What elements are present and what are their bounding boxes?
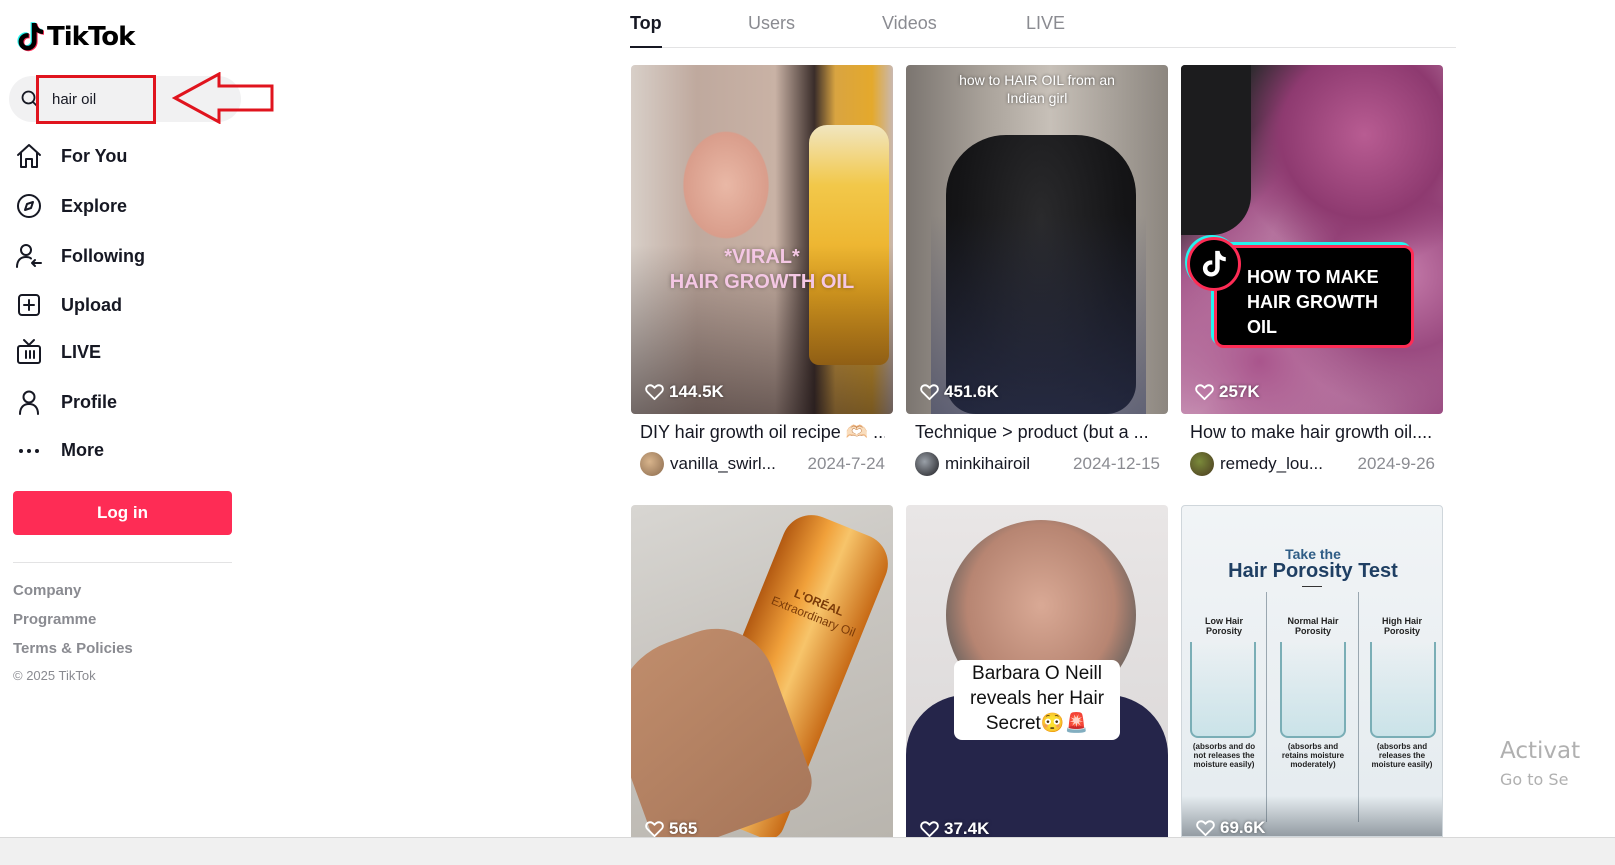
video-meta: minkihairoil 2024-12-15 xyxy=(915,451,1160,477)
profile-icon xyxy=(19,390,39,415)
footer-link-company[interactable]: Company xyxy=(13,582,81,599)
avatar[interactable] xyxy=(640,452,664,476)
tab-users[interactable]: Users xyxy=(748,13,795,48)
porosity-column-title: High Hair Porosity xyxy=(1381,616,1422,636)
tab-videos[interactable]: Videos xyxy=(882,13,937,48)
watermark-subtitle: Go to Se xyxy=(1500,770,1569,789)
video-meta: vanilla_swirl... 2024-7-24 xyxy=(640,451,885,477)
nav-label-live: LIVE xyxy=(61,341,102,362)
nav-item-live[interactable]: LIVE xyxy=(14,334,234,370)
heart-icon xyxy=(1196,820,1215,836)
sidebar-divider xyxy=(13,562,232,563)
heart-icon xyxy=(920,821,939,837)
compass-icon xyxy=(17,194,41,218)
heart-icon xyxy=(645,384,664,401)
heart-icon xyxy=(645,821,664,837)
home-icon xyxy=(17,144,41,168)
copyright: © 2025 TikTok xyxy=(13,668,96,683)
tiktok-badge-icon xyxy=(1187,237,1241,291)
video-caption[interactable]: Technique > product (but a ... xyxy=(915,422,1160,443)
nav-item-upload[interactable]: Upload xyxy=(14,287,234,323)
nav-item-more[interactable]: More xyxy=(14,432,234,468)
nav-label-profile: Profile xyxy=(61,391,118,412)
video-card[interactable]: how to HAIR OIL from an Indian girl 451.6… xyxy=(906,65,1168,480)
porosity-column-note: (absorbs and do not releases the moistur… xyxy=(1192,742,1256,769)
more-icon xyxy=(19,449,39,453)
login-button[interactable]: Log in xyxy=(13,491,232,535)
upload-icon xyxy=(18,294,40,316)
post-date: 2024-9-26 xyxy=(1357,454,1435,473)
video-overlay-text: how to HAIR OIL from an Indian girl xyxy=(959,72,1115,106)
like-count: 451.6K xyxy=(920,382,999,402)
like-count: 257K xyxy=(1195,382,1260,402)
following-icon xyxy=(16,244,42,268)
search-icon[interactable] xyxy=(21,90,39,108)
footer-link-programme[interactable]: Programme xyxy=(13,611,96,628)
heart-icon xyxy=(1195,384,1214,401)
nav-label-explore: Explore xyxy=(61,195,128,216)
video-caption[interactable]: How to make hair growth oil.... xyxy=(1190,422,1435,443)
like-count: 69.6K xyxy=(1196,818,1265,836)
avatar[interactable] xyxy=(915,452,939,476)
water-glass-icon xyxy=(1280,642,1346,738)
glove xyxy=(1181,65,1251,235)
video-meta: remedy_lou... 2024-9-26 xyxy=(1190,451,1435,477)
nav-label-following: Following xyxy=(61,245,145,266)
username[interactable]: remedy_lou... xyxy=(1220,454,1332,474)
porosity-column-note: (absorbs and releases the moisture easil… xyxy=(1371,742,1433,769)
video-card[interactable]: L'ORÉAL Extraordinary Oil 565 xyxy=(631,505,893,837)
video-caption[interactable]: DIY hair growth oil recipe 🫶🏻 ... xyxy=(640,422,885,443)
nav-label-upload: Upload xyxy=(61,294,122,315)
username[interactable]: vanilla_swirl... xyxy=(670,454,782,474)
nav-item-explore[interactable]: Explore xyxy=(14,188,234,224)
video-thumbnail[interactable]: Barbara O Neill reveals her Hair Secret😳🚨 … xyxy=(906,505,1168,837)
tiktok-logo[interactable]: TikTok xyxy=(17,22,135,52)
video-thumbnail[interactable]: how to HAIR OIL from an Indian girl 451.6… xyxy=(906,65,1168,414)
video-overlay-text: *VIRAL* HAIR GROWTH OIL xyxy=(669,246,855,293)
video-card[interactable]: Barbara O Neill reveals her Hair Secret😳🚨 … xyxy=(906,505,1168,837)
video-card[interactable]: Take the Hair Porosity Test Low Hair Por… xyxy=(1181,505,1443,837)
video-thumbnail[interactable]: HOW TO MAKE HAIR GROWTH OIL 257K xyxy=(1181,65,1443,414)
tiktok-logo-icon xyxy=(17,22,44,52)
post-date: 2024-12-15 xyxy=(1073,454,1160,473)
water-glass-icon xyxy=(1370,642,1436,738)
water-glass-icon xyxy=(1190,642,1256,738)
video-overlay-text: Barbara O Neill reveals her Hair Secret😳🚨 xyxy=(969,663,1105,734)
window-bottom-bar xyxy=(0,837,1615,865)
username[interactable]: minkihairoil xyxy=(945,454,1057,474)
heart-icon xyxy=(920,384,939,401)
footer-link-terms[interactable]: Terms & Policies xyxy=(13,640,133,657)
activation-watermark: Activat Go to Se xyxy=(1500,738,1580,789)
porosity-column-note: (absorbs and retains moisture moderately… xyxy=(1281,742,1345,769)
search-tabs: Top Users Videos LIVE xyxy=(630,0,1456,48)
watermark-title: Activat xyxy=(1500,738,1581,764)
like-count: 565 xyxy=(645,819,697,837)
like-count: 37.4K xyxy=(920,819,989,837)
nav-item-profile[interactable]: Profile xyxy=(14,384,234,420)
porosity-column-title: Low Hair Porosity xyxy=(1204,616,1243,636)
video-thumbnail[interactable]: L'ORÉAL Extraordinary Oil 565 xyxy=(631,505,893,837)
search-input[interactable] xyxy=(52,88,232,110)
nav-label-more: More xyxy=(61,439,105,460)
like-count: 144.5K xyxy=(645,382,724,402)
video-thumbnail[interactable]: *VIRAL* HAIR GROWTH OIL 144.5K xyxy=(631,65,893,414)
nav-item-following[interactable]: Following xyxy=(14,238,234,274)
video-card[interactable]: HOW TO MAKE HAIR GROWTH OIL 257K How to ma… xyxy=(1181,65,1443,480)
video-card[interactable]: *VIRAL* HAIR GROWTH OIL 144.5K DIY hair g… xyxy=(631,65,893,480)
porosity-title: Hair Porosity Test xyxy=(1228,560,1398,582)
live-icon xyxy=(17,339,41,364)
nav-item-for-you[interactable]: For You xyxy=(14,138,234,174)
tab-live[interactable]: LIVE xyxy=(1026,13,1065,48)
nav-label-for-you: For You xyxy=(61,145,128,166)
porosity-column-title: Normal Hair Porosity xyxy=(1287,616,1339,636)
tab-top[interactable]: Top xyxy=(630,13,662,48)
avatar[interactable] xyxy=(1190,452,1214,476)
video-overlay-text: HOW TO MAKE HAIR GROWTH OIL xyxy=(1247,267,1379,337)
video-thumbnail[interactable]: Take the Hair Porosity Test Low Hair Por… xyxy=(1181,505,1443,837)
search-bar[interactable] xyxy=(9,76,241,122)
post-date: 2024-7-24 xyxy=(807,454,885,473)
brand-name: TikTok xyxy=(47,22,135,52)
